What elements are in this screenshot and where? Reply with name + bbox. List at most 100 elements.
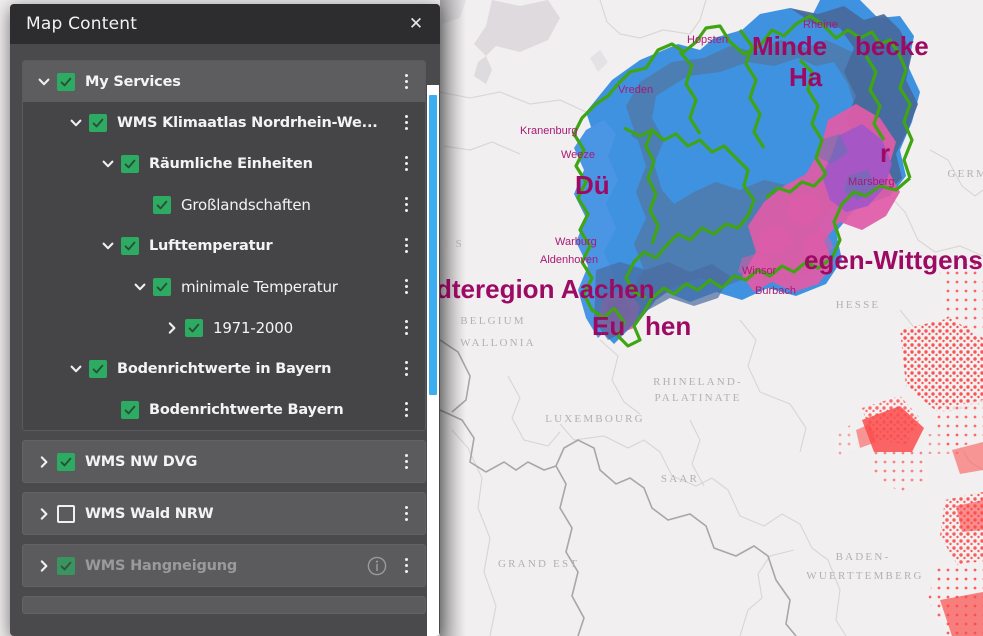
kebab-dot xyxy=(404,74,408,77)
layer-tree-row[interactable]: My Services xyxy=(23,61,425,102)
layer-tree-row[interactable]: Bodenrichtwerte in Bayern xyxy=(23,348,425,389)
kebab-dot xyxy=(404,285,408,288)
kebab-dot xyxy=(404,156,408,159)
kebab-dot xyxy=(404,326,408,329)
row-menu-button[interactable] xyxy=(393,270,419,304)
kebab-dot xyxy=(404,361,408,364)
page-title: Map Content xyxy=(26,14,138,34)
row-menu-button[interactable] xyxy=(393,497,419,531)
row-menu-button[interactable] xyxy=(393,188,419,222)
layer-name-label: WMS Wald NRW xyxy=(85,505,214,522)
row-menu-button[interactable] xyxy=(393,393,419,427)
layer-visibility-checkbox-checked[interactable] xyxy=(57,452,75,471)
scrollbar-track[interactable] xyxy=(427,85,439,636)
panel-shadow xyxy=(440,0,466,636)
panel-titlebar: Map Content ✕ xyxy=(10,4,440,44)
layer-name-label: 1971-2000 xyxy=(213,318,293,337)
layer-name-label: WMS Hangneigung xyxy=(85,557,238,574)
row-menu-button[interactable] xyxy=(393,147,419,181)
kebab-dot xyxy=(404,512,408,515)
layer-visibility-checkbox-checked[interactable] xyxy=(57,72,75,91)
row-menu-button[interactable] xyxy=(393,106,419,140)
kebab-dot xyxy=(404,518,408,521)
row-menu-button[interactable] xyxy=(393,229,419,263)
kebab-dot xyxy=(404,402,408,405)
layer-name-label: minimale Temperatur xyxy=(181,277,338,296)
kebab-dot xyxy=(404,373,408,376)
close-icon[interactable]: ✕ xyxy=(402,10,430,38)
chevron-down-icon[interactable] xyxy=(95,239,121,253)
chevron-right-icon[interactable] xyxy=(31,455,57,469)
layer-name-label: WMS Klimaatlas Nordrhein-We... xyxy=(117,114,378,131)
layer-name-label: Räumliche Einheiten xyxy=(149,155,313,172)
kebab-dot xyxy=(404,320,408,323)
kebab-dot xyxy=(404,80,408,83)
layer-visibility-checkbox-checked[interactable] xyxy=(153,277,171,296)
kebab-dot xyxy=(404,570,408,573)
map-content-panel: Map Content ✕ My Services WMS Klimaatlas … xyxy=(10,4,440,636)
layer-visibility-checkbox-checked[interactable] xyxy=(121,236,139,255)
layer-visibility-checkbox-checked[interactable] xyxy=(121,154,139,173)
kebab-dot xyxy=(404,367,408,370)
service-card[interactable]: WMS NW DVG xyxy=(22,440,426,483)
layer-name-label: WMS NW DVG xyxy=(85,453,198,470)
kebab-dot xyxy=(404,506,408,509)
layer-visibility-checkbox-checked[interactable] xyxy=(153,195,171,214)
scrollbar-thumb[interactable] xyxy=(429,95,437,395)
row-menu-button[interactable] xyxy=(393,352,419,386)
row-menu-button[interactable] xyxy=(393,549,419,583)
chevron-down-icon[interactable] xyxy=(31,75,57,89)
row-menu-button[interactable] xyxy=(393,311,419,345)
chevron-down-icon[interactable] xyxy=(95,157,121,171)
my-services-group: My Services WMS Klimaatlas Nordrhein-We..… xyxy=(22,60,426,431)
layer-tree-row[interactable]: Lufttemperatur xyxy=(23,225,425,266)
kebab-dot xyxy=(404,279,408,282)
kebab-dot xyxy=(404,244,408,247)
layer-visibility-checkbox-unchecked[interactable] xyxy=(57,504,75,523)
layer-name-label: Bodenrichtwerte in Bayern xyxy=(117,360,332,377)
app-root: GERMANYBELGIUMWALLONIALUXEMBOURGSAARGRAN… xyxy=(0,0,983,636)
layer-name-label: Großlandschaften xyxy=(181,195,311,214)
layer-visibility-checkbox-checked[interactable] xyxy=(121,400,139,419)
layer-tree-row[interactable]: WMS NW DVG xyxy=(23,441,425,482)
chevron-right-icon[interactable] xyxy=(31,507,57,521)
chevron-right-icon[interactable] xyxy=(159,321,185,335)
kebab-dot xyxy=(404,238,408,241)
chevron-down-icon[interactable] xyxy=(63,362,89,376)
kebab-dot xyxy=(404,115,408,118)
layer-tree-row[interactable]: WMS Klimaatlas Nordrhein-We... xyxy=(23,102,425,143)
kebab-dot xyxy=(404,460,408,463)
layer-visibility-checkbox-checked[interactable] xyxy=(89,113,107,132)
kebab-dot xyxy=(404,250,408,253)
list-item-partial[interactable] xyxy=(22,596,426,614)
service-card[interactable]: WMS Hangneigung xyxy=(22,544,426,587)
layer-name-label: My Services xyxy=(85,73,181,90)
kebab-dot xyxy=(404,564,408,567)
layer-visibility-checkbox-checked[interactable] xyxy=(89,359,107,378)
kebab-dot xyxy=(404,197,408,200)
kebab-dot xyxy=(404,332,408,335)
service-card[interactable]: WMS Wald NRW xyxy=(22,492,426,535)
panel-body: My Services WMS Klimaatlas Nordrhein-We..… xyxy=(10,44,440,636)
layer-tree-scroll-area[interactable]: My Services WMS Klimaatlas Nordrhein-We..… xyxy=(10,52,440,636)
row-menu-button[interactable] xyxy=(393,445,419,479)
layer-tree-row[interactable]: WMS Wald NRW xyxy=(23,493,425,534)
kebab-dot xyxy=(404,121,408,124)
kebab-dot xyxy=(404,162,408,165)
chevron-down-icon[interactable] xyxy=(63,116,89,130)
layer-tree-row[interactable]: Bodenrichtwerte Bayern xyxy=(23,389,425,430)
chevron-down-icon[interactable] xyxy=(127,280,153,294)
row-menu-button[interactable] xyxy=(393,65,419,99)
layer-tree-row[interactable]: Großlandschaften xyxy=(23,184,425,225)
info-icon[interactable] xyxy=(365,554,389,578)
layer-visibility-checkbox-checked[interactable] xyxy=(185,318,203,337)
layer-tree-row[interactable]: WMS Hangneigung xyxy=(23,545,425,586)
chevron-right-icon[interactable] xyxy=(31,559,57,573)
layer-visibility-checkbox-checked[interactable] xyxy=(57,556,75,575)
layer-tree-row[interactable]: Räumliche Einheiten xyxy=(23,143,425,184)
layer-tree-row[interactable]: 1971-2000 xyxy=(23,307,425,348)
kebab-dot xyxy=(404,408,408,411)
layer-tree-row[interactable]: minimale Temperatur xyxy=(23,266,425,307)
kebab-dot xyxy=(404,466,408,469)
kebab-dot xyxy=(404,203,408,206)
